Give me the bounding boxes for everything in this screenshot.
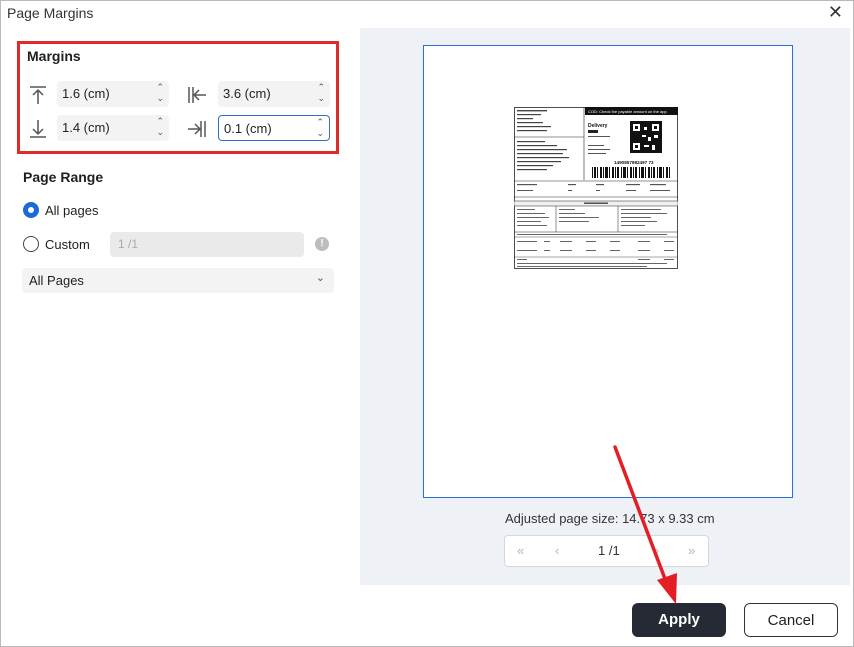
custom-radio[interactable]	[23, 236, 39, 252]
shipping-label-thumbnail: COD: Check the payable amount on the app…	[514, 107, 678, 269]
page-subset-value: All Pages	[29, 273, 84, 288]
info-icon[interactable]: !	[315, 237, 329, 251]
all-pages-label[interactable]: All pages	[45, 203, 98, 218]
custom-range-placeholder: 1 /1	[118, 237, 139, 251]
label-service: Delivery	[588, 123, 608, 129]
page-indicator[interactable]: 1 /1	[598, 543, 620, 558]
label-tracking-number: 1490857982497 73	[614, 160, 654, 165]
margin-top-value: 1.6 (cm)	[62, 86, 110, 101]
all-pages-radio[interactable]	[23, 202, 39, 218]
margin-bottom-stepper[interactable]: ⌃ ⌄	[156, 116, 164, 138]
adjusted-page-size: Adjusted page size: 14.73 x 9.33 cm	[505, 511, 715, 526]
margin-bottom-value: 1.4 (cm)	[62, 120, 110, 135]
margin-right-icon	[188, 121, 206, 137]
margin-right-value: 0.1 (cm)	[224, 121, 272, 136]
margin-left-value: 3.6 (cm)	[223, 86, 271, 101]
margin-top-field[interactable]: 1.6 (cm) ⌃ ⌄	[57, 81, 169, 107]
custom-label[interactable]: Custom	[45, 237, 90, 252]
margin-right-stepper[interactable]: ⌃ ⌄	[316, 117, 324, 139]
margin-left-stepper[interactable]: ⌃ ⌄	[317, 82, 325, 104]
label-banner: COD: Check the payable amount on the app	[588, 109, 667, 114]
first-page-icon[interactable]: «	[517, 543, 524, 558]
apply-button[interactable]: Apply	[632, 603, 726, 637]
chevron-down-icon: ⌄	[315, 272, 325, 284]
custom-range-input: 1 /1	[110, 232, 304, 257]
page-range-section-title: Page Range	[23, 169, 104, 185]
cancel-button[interactable]: Cancel	[744, 603, 838, 637]
page-navigator: « ‹ 1 /1 › »	[504, 535, 709, 567]
margin-right-field[interactable]: 0.1 (cm) ⌃ ⌄	[218, 115, 330, 141]
page-subset-select[interactable]: All Pages ⌄	[22, 268, 334, 293]
dialog-title: Page Margins	[7, 5, 94, 21]
margin-top-icon	[30, 86, 46, 104]
margin-bottom-field[interactable]: 1.4 (cm) ⌃ ⌄	[57, 115, 169, 141]
margin-bottom-icon	[30, 120, 46, 138]
previous-page-icon[interactable]: ‹	[555, 543, 559, 558]
margin-top-stepper[interactable]: ⌃ ⌄	[156, 82, 164, 104]
close-icon[interactable]: ✕	[828, 3, 843, 21]
margin-left-icon	[188, 87, 206, 103]
next-page-icon[interactable]: ›	[655, 543, 659, 558]
margin-left-field[interactable]: 3.6 (cm) ⌃ ⌄	[218, 81, 330, 107]
margins-section-title: Margins	[27, 48, 81, 64]
last-page-icon[interactable]: »	[688, 543, 695, 558]
